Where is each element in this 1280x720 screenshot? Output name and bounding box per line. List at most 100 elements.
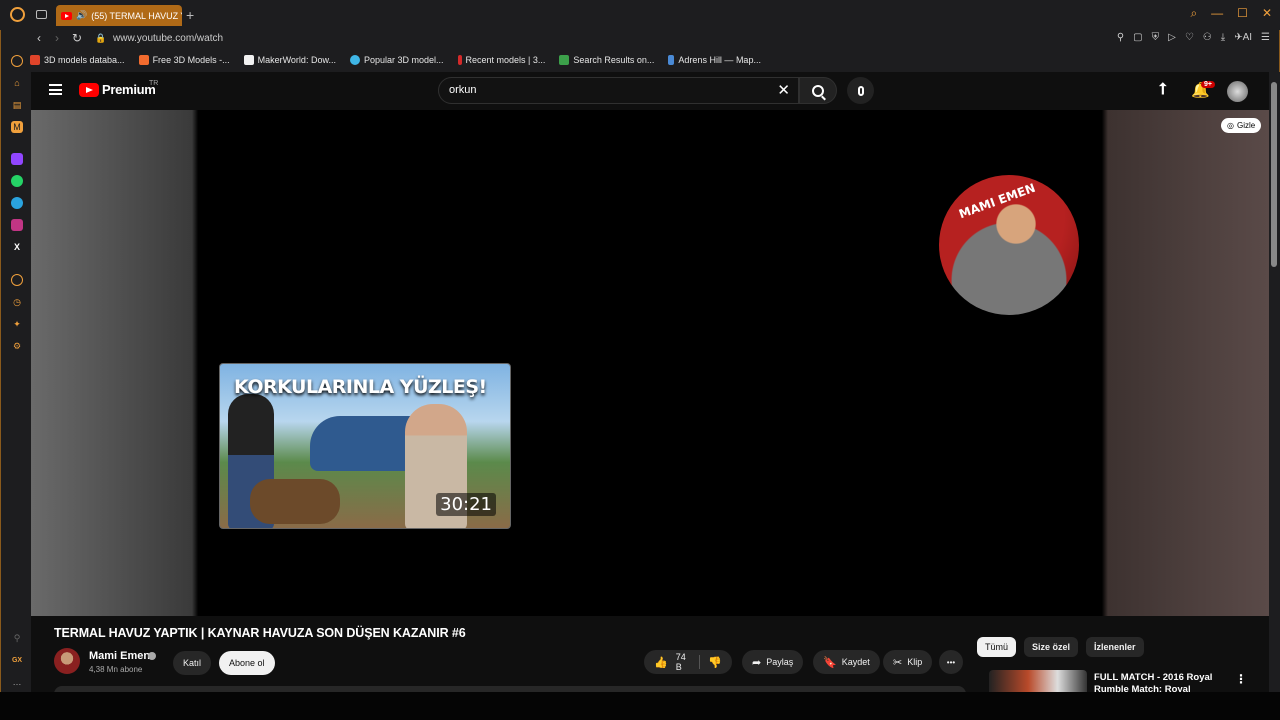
scroll-thumb[interactable]	[1271, 82, 1277, 267]
extensions-icon[interactable]: ✦	[11, 318, 23, 330]
whatsapp-icon[interactable]	[11, 175, 23, 187]
ai-sidebar-icon[interactable]	[11, 55, 23, 67]
pin-icon[interactable]: ⚲	[1117, 32, 1124, 43]
bookmark-item[interactable]: Free 3D Models -...	[138, 52, 230, 68]
clear-search-icon[interactable]: ✕	[777, 81, 790, 99]
lock-icon[interactable]: 🔒	[95, 33, 106, 44]
subscribe-button[interactable]: Abone ol	[219, 651, 275, 675]
dislike-icon[interactable]: 👎	[708, 656, 722, 669]
opera-logo-icon[interactable]	[10, 7, 25, 22]
share-button[interactable]: ➦ Paylaş	[742, 650, 804, 674]
endcard-title: KORKULARINLA YÜZLEŞ!	[234, 376, 487, 398]
bookmark-label: Search Results on...	[573, 55, 655, 65]
easy-setup-icon[interactable]: ☰	[1261, 32, 1270, 43]
bookmark-item[interactable]: Search Results on...	[559, 52, 654, 68]
speaker-icon[interactable]: 🔊	[76, 10, 87, 21]
voice-search-button[interactable]	[847, 77, 874, 104]
bookmarks-bar: 3D models databa... Free 3D Models -... …	[30, 52, 761, 68]
forward-icon[interactable]: ›	[55, 31, 59, 45]
join-button[interactable]: Katıl	[173, 651, 212, 675]
player-area: MAMI EMEN KORKULARINLA YÜZLEŞ! 30:21 ◎ G…	[31, 110, 1269, 616]
search-button[interactable]	[799, 77, 837, 104]
youtube-brand[interactable]: Premium	[102, 82, 156, 97]
endcard-dog-image	[250, 479, 340, 524]
hide-label: Gizle	[1236, 121, 1256, 130]
sidebar-more-icon[interactable]: …	[11, 676, 23, 688]
page-scrollbar[interactable]	[1269, 72, 1280, 692]
like-count[interactable]: 74 B	[676, 652, 692, 672]
subscriber-count: 4,38 Mn abone	[89, 665, 143, 674]
aria-ai-button[interactable]: ✈AI	[1234, 32, 1252, 43]
bookmark-item[interactable]: MakerWorld: Dow...	[243, 52, 336, 68]
bookmark-label: MakerWorld: Dow...	[257, 55, 336, 65]
history-icon[interactable]: ◷	[11, 296, 23, 308]
minimize-button[interactable]: —	[1211, 6, 1223, 21]
more-actions-button[interactable]: •••	[939, 650, 963, 674]
channel-name[interactable]: Mami Emen	[89, 650, 150, 662]
bookmark-item[interactable]: Adrens Hill — Map...	[668, 52, 761, 68]
home-icon[interactable]: ⌂	[11, 77, 23, 89]
recommended-more-icon[interactable]: ⋮	[1235, 672, 1247, 686]
channel-watermark-bubble[interactable]: MAMI EMEN	[939, 175, 1079, 315]
x-icon[interactable]: X	[11, 241, 23, 253]
pin-sidebar-icon[interactable]: ⚲	[11, 632, 23, 644]
tab-youtube[interactable]: 🔊 (55) TERMAL HAVUZ Y	[56, 5, 182, 26]
youtube-header: Premium TR orkun ✕ ⭡ 🔔 9+	[31, 72, 1269, 110]
send-icon[interactable]: ▷	[1168, 32, 1176, 43]
account-icon[interactable]: ⚇	[1203, 32, 1212, 43]
search-input[interactable]: orkun	[449, 84, 477, 96]
bookmark-favicon-icon	[30, 55, 40, 65]
instagram-icon[interactable]	[11, 219, 23, 231]
bookmark-item[interactable]: Recent models | 3...	[457, 52, 545, 68]
youtube-logo-icon[interactable]	[79, 83, 99, 97]
gx-icon[interactable]: GX	[11, 654, 23, 666]
search-icon	[812, 84, 824, 97]
shield-icon[interactable]: ⛨	[1152, 32, 1160, 43]
bookmark-favicon-icon	[457, 55, 462, 65]
endscreen-video-card[interactable]: KORKULARINLA YÜZLEŞ! 30:21	[219, 363, 511, 529]
search-box[interactable]: orkun ✕	[438, 77, 799, 104]
settings-icon[interactable]: ⚙	[11, 340, 23, 352]
chip-all[interactable]: Tümü	[977, 637, 1017, 657]
subscribe-label: Abone ol	[229, 658, 265, 668]
video-title: TERMAL HAVUZ YAPTIK | KAYNAR HAVUZA SON …	[54, 626, 466, 640]
hamburger-menu-icon[interactable]	[49, 84, 62, 95]
bookmark-item[interactable]: Popular 3D model...	[349, 52, 444, 68]
microphone-icon	[857, 85, 864, 96]
recommended-title[interactable]: FULL MATCH - 2016 Royal Rumble Match: Ro…	[1094, 672, 1224, 692]
chip-watched[interactable]: İzlenenler	[1086, 637, 1144, 657]
close-window-button[interactable]: ✕	[1262, 6, 1272, 21]
create-upload-icon[interactable]: ⭡	[1159, 81, 1167, 99]
new-tab-button[interactable]: +	[186, 7, 194, 23]
download-icon[interactable]: ⤓	[1221, 32, 1225, 43]
search-tabs-icon[interactable]: ⌕	[1190, 6, 1197, 21]
messages-icon[interactable]: ▤	[11, 99, 23, 111]
bookmark-label: Adrens Hill — Map...	[678, 55, 761, 65]
snapshot-icon[interactable]: ▢	[1133, 32, 1142, 43]
telegram-icon[interactable]	[11, 197, 23, 209]
ai-label: AI	[1242, 32, 1253, 43]
hide-endscreen-button[interactable]: ◎ Gizle	[1221, 118, 1262, 133]
save-button[interactable]: 🔖 Kaydet	[813, 650, 880, 674]
recommended-thumbnail[interactable]	[989, 670, 1087, 692]
youtube-favicon-icon	[61, 11, 72, 20]
chip-for-you[interactable]: Size özel	[1024, 637, 1079, 657]
bookmark-item[interactable]: 3D models databa...	[30, 52, 125, 68]
maximize-button[interactable]: ☐	[1237, 6, 1248, 21]
separator	[699, 655, 701, 669]
account-avatar[interactable]	[1227, 81, 1248, 102]
reload-icon[interactable]: ↻	[72, 31, 82, 45]
heart-icon[interactable]: ♡	[1185, 32, 1194, 43]
like-icon[interactable]: 👍	[654, 656, 668, 669]
player-icon[interactable]	[11, 274, 23, 286]
video-player[interactable]: MAMI EMEN KORKULARINLA YÜZLEŞ! 30:21	[199, 110, 1100, 616]
url-field[interactable]: www.youtube.com/watch	[113, 33, 223, 44]
bookmark-favicon-icon	[559, 55, 570, 65]
tab-overview-icon[interactable]	[36, 10, 47, 19]
verified-badge-icon	[148, 652, 156, 660]
clip-button[interactable]: ✂ Klip	[883, 650, 933, 674]
twitch-icon[interactable]	[11, 153, 23, 165]
back-icon[interactable]: ‹	[37, 31, 41, 45]
mail-icon[interactable]: M	[11, 121, 23, 133]
channel-avatar[interactable]	[54, 648, 80, 674]
